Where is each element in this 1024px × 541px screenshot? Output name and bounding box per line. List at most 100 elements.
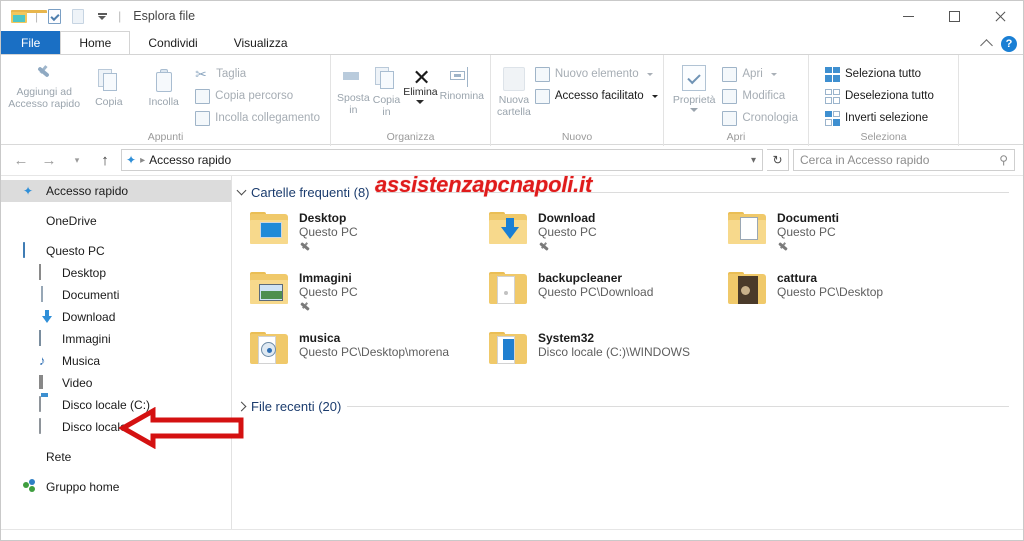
folder-tile[interactable]: backupcleaner Questo PC\Download bbox=[489, 269, 728, 323]
new-folder-label-line1: Nuova bbox=[498, 94, 530, 106]
rename-icon bbox=[449, 67, 474, 87]
new-folder-button[interactable]: Nuova cartella bbox=[497, 59, 531, 118]
paste-shortcut-icon bbox=[195, 110, 211, 126]
close-button[interactable] bbox=[977, 1, 1023, 31]
window-title: Esplora file bbox=[133, 9, 196, 23]
easy-access-label: Accesso facilitato bbox=[554, 90, 644, 102]
search-input[interactable]: Cerca in Accesso rapido ⚲ bbox=[793, 149, 1015, 171]
minimize-button[interactable] bbox=[885, 1, 931, 31]
seleziona-commands: Seleziona tutto Deseleziona tutto Invert… bbox=[815, 59, 938, 128]
sidebar-item-rete[interactable]: Rete bbox=[1, 446, 231, 468]
deselect-all-label: Deseleziona tutto bbox=[845, 90, 934, 102]
sidebar-item-questo-pc[interactable]: Questo PC bbox=[1, 240, 231, 262]
deselect-all-button[interactable]: Deseleziona tutto bbox=[821, 86, 938, 106]
group-header-cartelle-frequenti[interactable]: Cartelle frequenti (8) bbox=[232, 181, 1023, 203]
paste-icon bbox=[155, 69, 173, 93]
address-dropdown-icon[interactable]: ▾ bbox=[751, 155, 758, 166]
folder-tile[interactable]: Download Questo PC bbox=[489, 209, 728, 263]
nuovo-small-commands: Nuovo elemento Accesso facilitato bbox=[531, 59, 662, 106]
invert-selection-button[interactable]: Inverti selezione bbox=[821, 108, 938, 128]
rename-button[interactable]: Rinomina bbox=[440, 59, 484, 102]
history-button[interactable]: Cronologia bbox=[718, 108, 802, 128]
tab-visualizza[interactable]: Visualizza bbox=[216, 31, 306, 54]
properties-quick-icon[interactable] bbox=[44, 6, 64, 26]
folder-tile[interactable]: System32 Disco locale (C:)\WINDOWS bbox=[489, 329, 728, 383]
watermark-text: assistenzapcnapoli.it bbox=[375, 172, 593, 197]
history-label: Cronologia bbox=[742, 112, 798, 124]
copy-button[interactable]: Copia bbox=[81, 59, 136, 108]
collapse-ribbon-icon[interactable] bbox=[980, 39, 993, 52]
open-caret-icon[interactable] bbox=[770, 72, 777, 76]
navigation-pane: ✦ Accesso rapido OneDrive Questo PC Desk… bbox=[1, 176, 232, 529]
paste-shortcut-button[interactable]: Incolla collegamento bbox=[191, 108, 324, 128]
folder-tile[interactable]: cattura Questo PC\Desktop bbox=[728, 269, 967, 323]
maximize-button[interactable] bbox=[931, 1, 977, 31]
pin-to-quick-access-button[interactable]: Aggiungi ad Accesso rapido bbox=[7, 59, 81, 110]
edit-button[interactable]: Modifica bbox=[718, 86, 802, 106]
delete-button[interactable]: ✕ Elimina bbox=[403, 59, 438, 104]
refresh-button[interactable]: ↻ bbox=[767, 149, 789, 171]
group-title: Cartelle frequenti (8) bbox=[251, 184, 370, 200]
ribbon-group-appunti: Aggiungi ad Accesso rapido Copia Incolla… bbox=[1, 55, 331, 146]
sidebar-item-desktop[interactable]: Desktop bbox=[1, 262, 231, 284]
select-all-button[interactable]: Seleziona tutto bbox=[821, 64, 938, 84]
frequent-folders-grid: Desktop Questo PC Download Questo PC Doc… bbox=[232, 203, 1023, 389]
delete-caret-icon[interactable] bbox=[416, 100, 425, 104]
quick-access-toolbar: | | Esplora file bbox=[1, 6, 195, 26]
tab-file[interactable]: File bbox=[1, 31, 61, 54]
folder-path: Questo PC bbox=[777, 225, 836, 239]
sidebar-item-immagini[interactable]: Immagini bbox=[1, 328, 231, 350]
properties-caret-icon[interactable] bbox=[690, 108, 699, 112]
copy-path-button[interactable]: Copia percorso bbox=[191, 86, 324, 106]
copy-to-button[interactable]: Copia in bbox=[372, 59, 402, 118]
easy-access-button[interactable]: Accesso facilitato bbox=[531, 86, 662, 106]
folder-name: Download bbox=[538, 211, 596, 225]
cut-button[interactable]: ✂ Taglia bbox=[191, 64, 324, 84]
open-button[interactable]: Apri bbox=[718, 64, 802, 84]
back-button[interactable]: ← bbox=[9, 148, 33, 172]
sidebar-item-onedrive[interactable]: OneDrive bbox=[1, 210, 231, 232]
sidebar-item-gruppo-home[interactable]: Gruppo home bbox=[1, 476, 231, 498]
address-field[interactable]: ✦ ▸ Accesso rapido ▾ bbox=[121, 149, 763, 171]
easy-access-caret-icon[interactable] bbox=[651, 94, 658, 98]
paste-label: Incolla bbox=[148, 96, 179, 108]
sidebar-item-video[interactable]: Video bbox=[1, 372, 231, 394]
properties-button[interactable]: Proprietà bbox=[670, 59, 718, 112]
nav-spacer-4 bbox=[1, 468, 231, 476]
move-to-button[interactable]: Sposta in bbox=[337, 59, 370, 116]
ribbon-group-organizza: Sposta in Copia in ✕ Elimina Rinomina Or… bbox=[331, 55, 491, 146]
new-folder-quick-icon[interactable] bbox=[68, 6, 88, 26]
scissors-icon: ✂ bbox=[195, 66, 207, 82]
new-item-button[interactable]: Nuovo elemento bbox=[531, 64, 662, 84]
tab-condividi[interactable]: Condividi bbox=[130, 31, 215, 54]
tab-home[interactable]: Home bbox=[60, 31, 131, 54]
breadcrumb-current[interactable]: Accesso rapido bbox=[149, 153, 231, 167]
customize-qat-caret-icon[interactable] bbox=[92, 6, 112, 26]
content-pane: Cartelle frequenti (8) Desktop Questo PC bbox=[232, 176, 1023, 529]
up-button[interactable]: ↑ bbox=[93, 148, 117, 172]
copy-to-label-line1: Copia bbox=[372, 94, 401, 106]
nav-spacer-2 bbox=[1, 232, 231, 240]
sidebar-item-accesso-rapido[interactable]: ✦ Accesso rapido bbox=[1, 180, 231, 202]
properties-label: Proprietà bbox=[672, 94, 716, 106]
recent-locations-button[interactable]: ▾ bbox=[65, 148, 89, 172]
chevron-down-icon[interactable] bbox=[236, 185, 247, 196]
folder-dark-icon bbox=[728, 272, 768, 308]
explorer-folder-icon[interactable] bbox=[9, 6, 47, 26]
paste-button[interactable]: Incolla bbox=[136, 59, 191, 108]
folder-tile[interactable]: Immagini Questo PC bbox=[250, 269, 489, 323]
sidebar-item-download[interactable]: Download bbox=[1, 306, 231, 328]
forward-button[interactable]: → bbox=[37, 148, 61, 172]
copy-icon bbox=[97, 69, 120, 93]
sidebar-label: Gruppo home bbox=[46, 480, 120, 494]
sidebar-item-musica[interactable]: ♪ Musica bbox=[1, 350, 231, 372]
help-icon[interactable]: ? bbox=[1001, 36, 1017, 52]
folder-tile[interactable]: Documenti Questo PC bbox=[728, 209, 967, 263]
folder-tile[interactable]: musica Questo PC\Desktop\morena bbox=[250, 329, 489, 383]
easy-access-icon bbox=[534, 88, 550, 104]
deselect-all-icon bbox=[825, 88, 840, 104]
group-header-file-recenti[interactable]: File recenti (20) bbox=[232, 395, 1023, 417]
new-item-caret-icon[interactable] bbox=[646, 72, 653, 76]
folder-tile[interactable]: Desktop Questo PC bbox=[250, 209, 489, 263]
sidebar-item-documenti[interactable]: Documenti bbox=[1, 284, 231, 306]
